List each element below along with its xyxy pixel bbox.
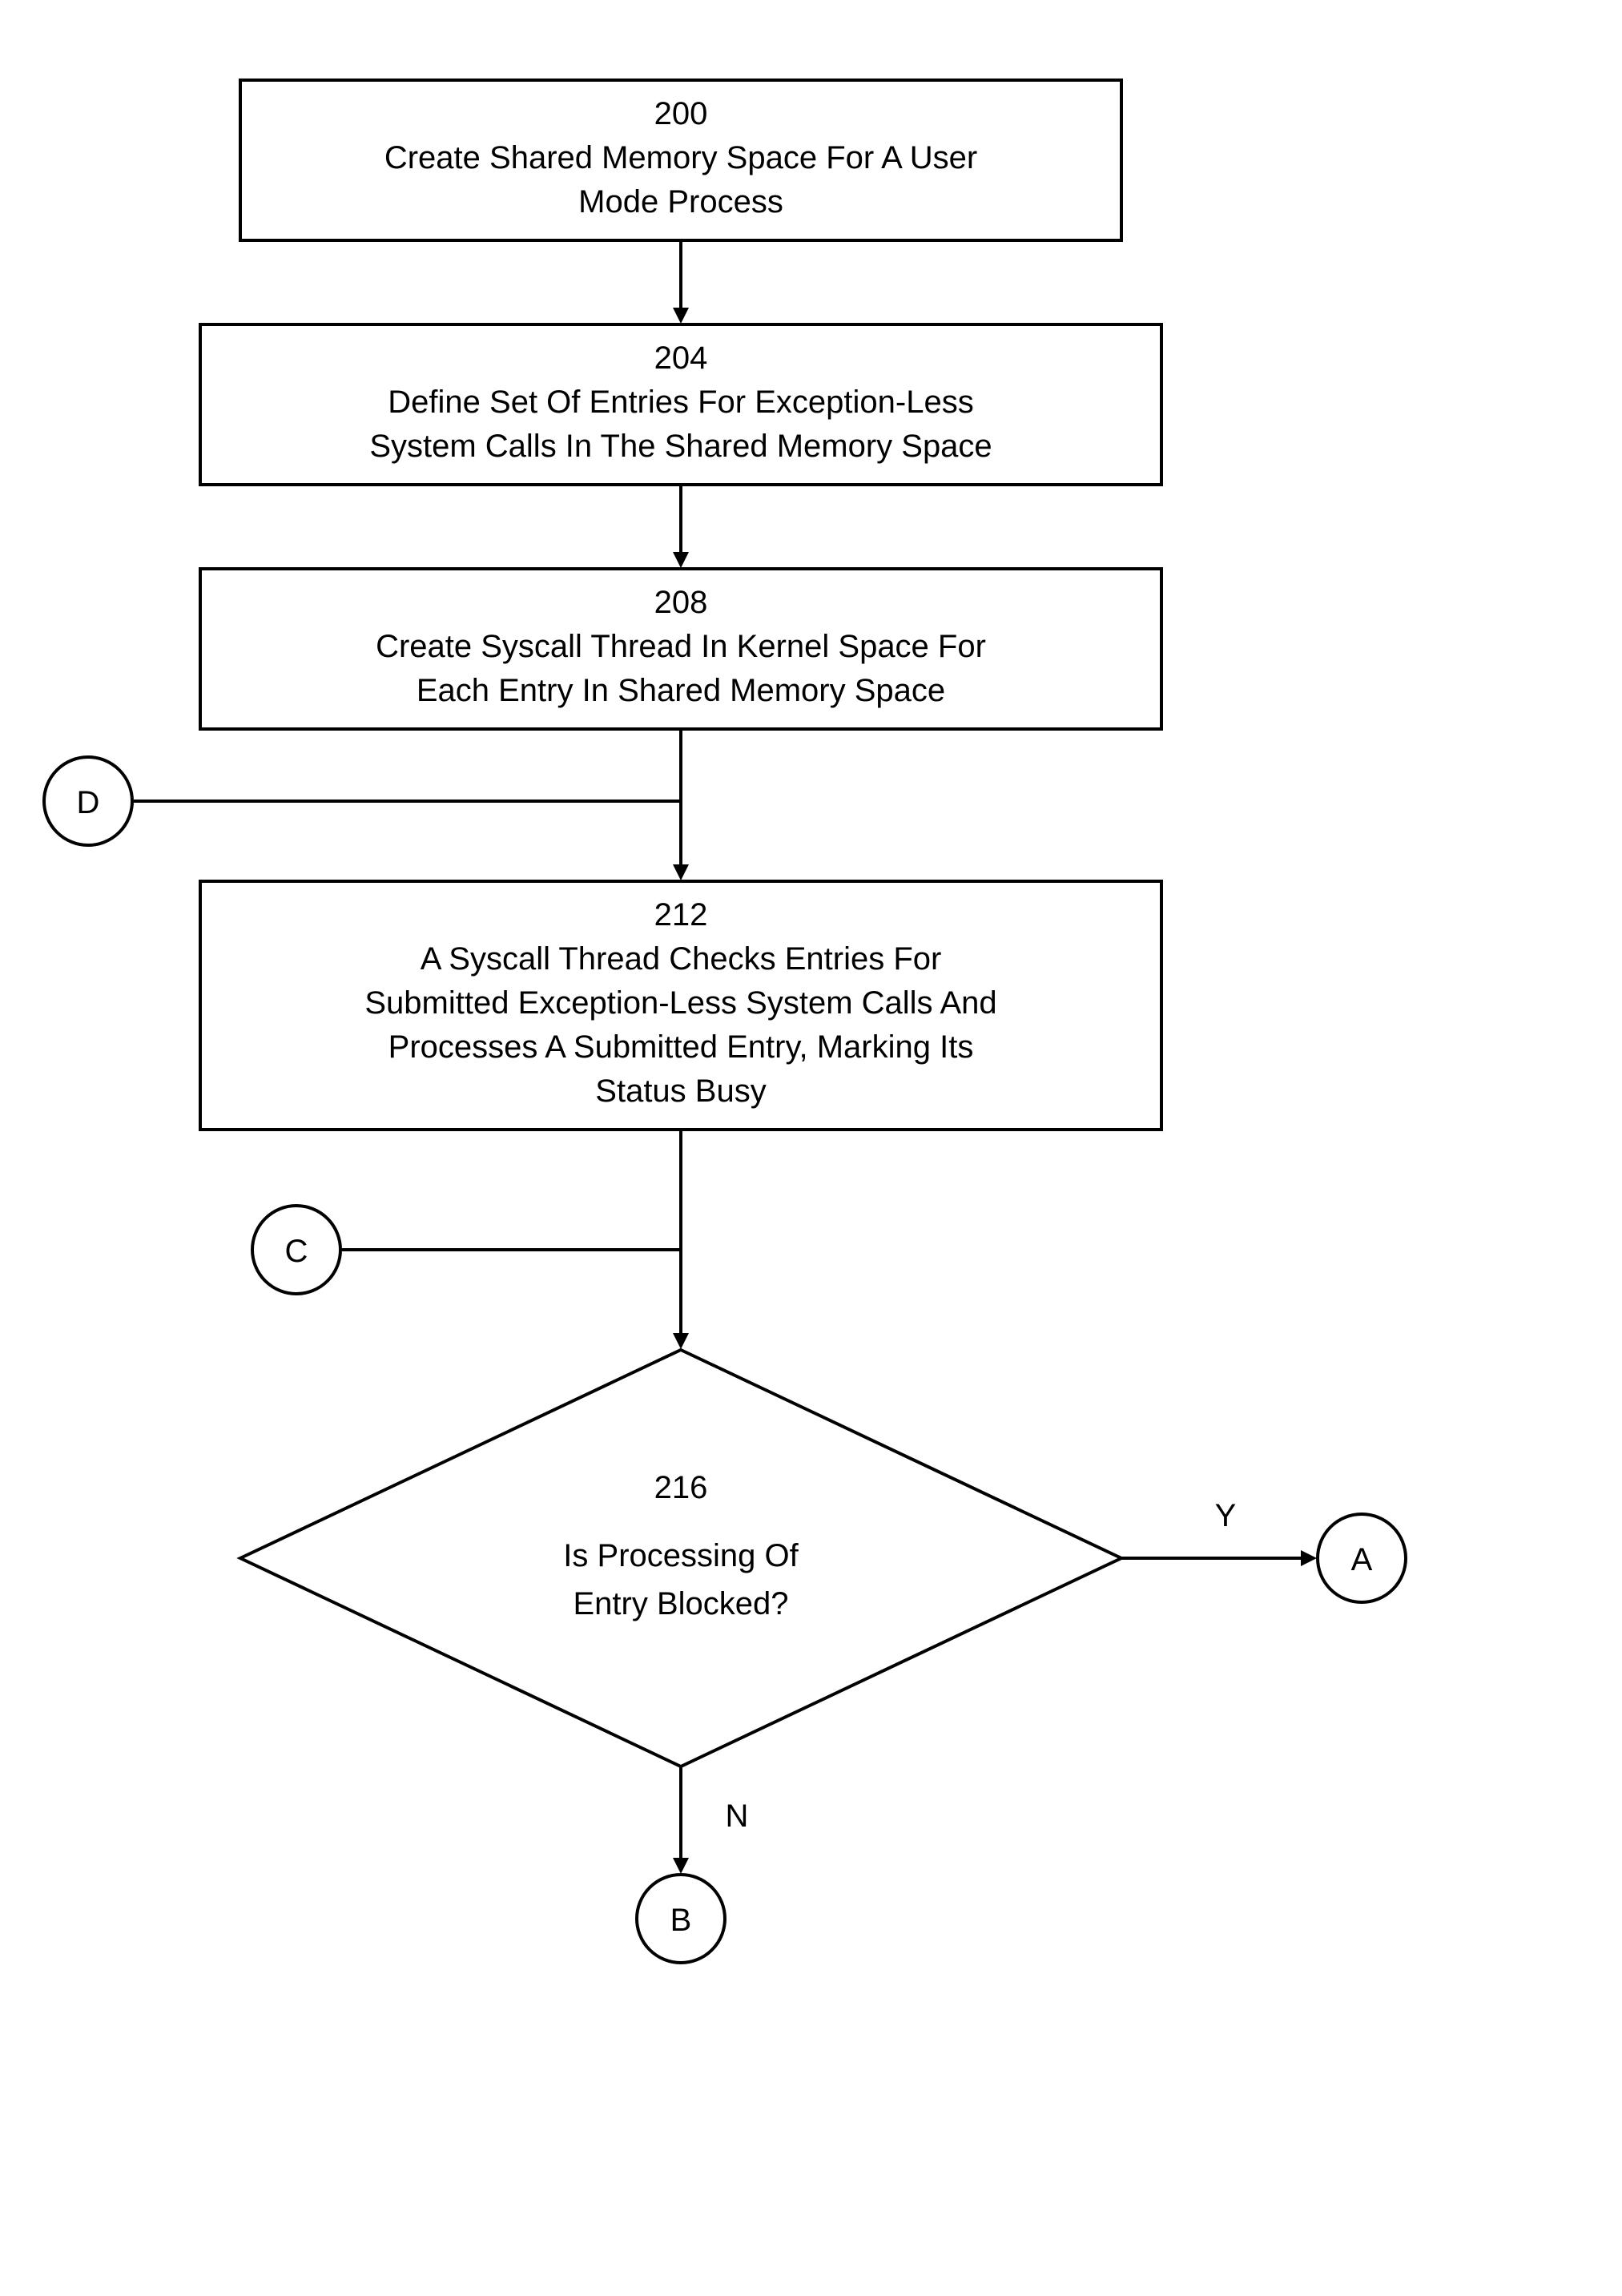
connector-b-label: B [670,1903,692,1938]
step-208-num: 208 [654,585,708,620]
step-208-l2: Each Entry In Shared Memory Space [417,673,945,708]
step-212-l4: Status Busy [595,1073,766,1109]
connector-c-label: C [285,1234,308,1269]
step-200-l1: Create Shared Memory Space For A User [384,140,977,175]
step-200-l2: Mode Process [578,184,783,220]
step-204-num: 204 [654,340,708,376]
step-200-num: 200 [654,96,708,131]
decision-216-l2: Entry Blocked? [573,1586,788,1621]
connector-d-label: D [77,785,100,820]
step-212-l2: Submitted Exception-Less System Calls An… [364,985,996,1021]
step-208-l1: Create Syscall Thread In Kernel Space Fo… [376,629,986,664]
label-n: N [726,1799,749,1834]
step-212-l3: Processes A Submitted Entry, Marking Its [388,1029,974,1065]
step-212-num: 212 [654,897,708,932]
step-204-l2: System Calls In The Shared Memory Space [369,429,992,464]
label-y: Y [1215,1498,1237,1533]
decision-216-num: 216 [654,1470,708,1505]
step-204-l1: Define Set Of Entries For Exception-Less [388,385,973,420]
step-212-l1: A Syscall Thread Checks Entries For [421,941,942,977]
connector-a-label: A [1351,1542,1373,1577]
decision-216-l1: Is Processing Of [563,1538,799,1573]
